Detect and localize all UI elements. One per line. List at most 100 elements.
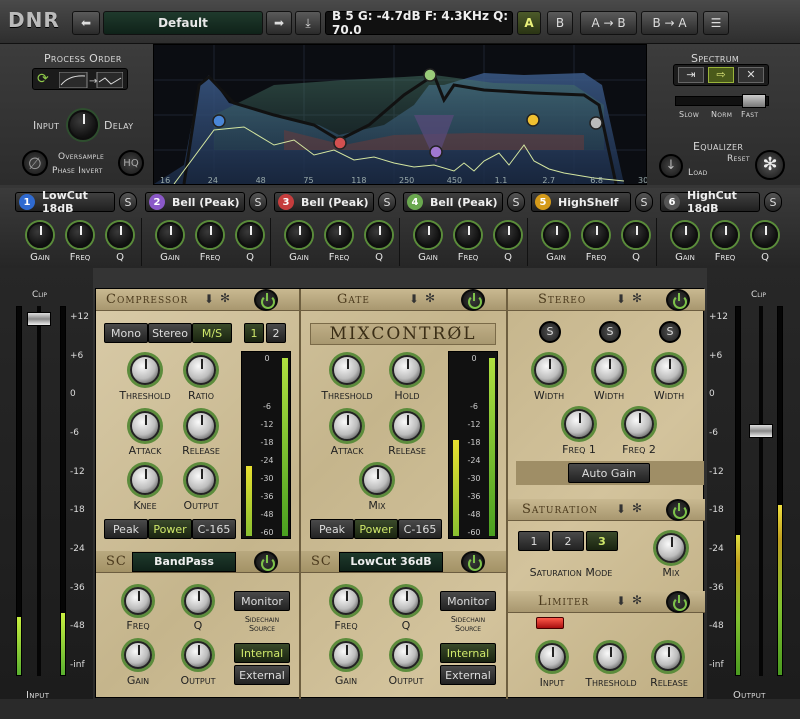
band-5-freq-knob[interactable] bbox=[583, 222, 609, 248]
comp-power-mode-button[interactable]: Power bbox=[148, 519, 192, 539]
freq-1-knob[interactable] bbox=[564, 409, 594, 439]
spectrum-out-button[interactable]: ⇨ bbox=[708, 67, 734, 83]
gate-sc-power-button[interactable] bbox=[461, 551, 485, 573]
asterisk-icon[interactable]: ✻ bbox=[632, 593, 643, 607]
gate-c165-button[interactable]: C-165 bbox=[398, 519, 442, 539]
speed-slider-handle[interactable] bbox=[742, 94, 766, 108]
gate-sc-internal-button[interactable]: Internal bbox=[440, 643, 496, 663]
ab-a-button[interactable]: A bbox=[517, 11, 541, 35]
stereo-solo-2-button[interactable]: S bbox=[599, 321, 621, 343]
ab-b-button[interactable]: B bbox=[547, 11, 573, 35]
phase-invert-button[interactable]: ∅ bbox=[22, 150, 48, 176]
download-icon[interactable]: ⬇ bbox=[616, 292, 627, 306]
gate-sc-filter-select[interactable]: LowCut 36dB bbox=[339, 552, 443, 572]
band-2-freq-knob[interactable] bbox=[197, 222, 223, 248]
limiter-threshold-knob[interactable] bbox=[596, 643, 624, 671]
stereo-solo-1-button[interactable]: S bbox=[539, 321, 561, 343]
band-4-q-knob[interactable] bbox=[495, 222, 521, 248]
band-5-type-select[interactable]: 5 HighShelf bbox=[531, 192, 631, 212]
gate-sc-freq-knob[interactable] bbox=[332, 587, 360, 615]
output-fader-track[interactable] bbox=[759, 306, 763, 676]
band-4-freq-knob[interactable] bbox=[455, 222, 481, 248]
download-icon[interactable]: ⬇ bbox=[204, 292, 215, 306]
save-preset-button[interactable]: ⤓ bbox=[295, 11, 321, 35]
band-3-node[interactable] bbox=[333, 136, 347, 150]
release-knob[interactable] bbox=[186, 411, 216, 441]
band-3-q-knob[interactable] bbox=[366, 222, 392, 248]
band-1-q-knob[interactable] bbox=[107, 222, 133, 248]
gate-monitor-button[interactable]: Monitor bbox=[440, 591, 496, 611]
band-6-solo-button[interactable]: S bbox=[764, 192, 782, 212]
knee-knob[interactable] bbox=[130, 465, 160, 495]
comp-channel-2-button[interactable]: 2 bbox=[266, 323, 286, 343]
gate-threshold-knob[interactable] bbox=[332, 355, 362, 385]
saturation-mix-knob[interactable] bbox=[656, 533, 686, 563]
gate-sc-external-button[interactable]: External bbox=[440, 665, 496, 685]
limiter-release-knob[interactable] bbox=[654, 643, 682, 671]
eq-display[interactable]: 16 24 48 75 118 250 450 1.1 2.7 6.8 30 bbox=[153, 44, 648, 185]
band-5-solo-button[interactable]: S bbox=[635, 192, 653, 212]
band-1-gain-knob[interactable] bbox=[27, 222, 53, 248]
preset-selector[interactable]: Default bbox=[103, 11, 263, 35]
band-2-node[interactable] bbox=[423, 68, 437, 82]
band-5-q-knob[interactable] bbox=[623, 222, 649, 248]
comp-channel-1-button[interactable]: 1 bbox=[244, 323, 264, 343]
width-3-knob[interactable] bbox=[654, 355, 684, 385]
download-icon[interactable]: ⬇ bbox=[409, 292, 420, 306]
comp-sc-external-button[interactable]: External bbox=[234, 665, 290, 685]
comp-peak-button[interactable]: Peak bbox=[104, 519, 148, 539]
band-2-solo-button[interactable]: S bbox=[249, 192, 267, 212]
band-3-freq-knob[interactable] bbox=[326, 222, 352, 248]
band-6-type-select[interactable]: 6 HighCut 18dB bbox=[660, 189, 760, 215]
band-3-gain-knob[interactable] bbox=[286, 222, 312, 248]
saturation-mode-2-button[interactable]: 2 bbox=[552, 531, 584, 551]
ratio-knob[interactable] bbox=[186, 355, 216, 385]
band-4-gain-knob[interactable] bbox=[415, 222, 441, 248]
stereo-power-button[interactable] bbox=[666, 289, 690, 311]
comp-stereo-button[interactable]: Stereo bbox=[148, 323, 192, 343]
copy-a-to-b-button[interactable]: A → B bbox=[580, 11, 637, 35]
asterisk-icon[interactable]: ✻ bbox=[632, 291, 643, 305]
gate-release-knob[interactable] bbox=[392, 411, 422, 441]
band-6-q-knob[interactable] bbox=[752, 222, 778, 248]
band-1-type-select[interactable]: 1 LowCut 18dB bbox=[15, 189, 115, 215]
spectrum-off-button[interactable]: ✕ bbox=[738, 67, 764, 83]
copy-b-to-a-button[interactable]: B → A bbox=[641, 11, 698, 35]
band-3-solo-button[interactable]: S bbox=[378, 192, 396, 212]
asterisk-icon[interactable]: ✻ bbox=[632, 501, 643, 515]
band-4-node[interactable] bbox=[429, 145, 443, 159]
band-1-solo-button[interactable]: S bbox=[119, 192, 137, 212]
reset-button[interactable]: ✻ bbox=[755, 150, 785, 180]
spectrum-in-button[interactable]: ⇥ bbox=[678, 67, 704, 83]
eq-graph[interactable] bbox=[154, 45, 646, 185]
auto-gain-button[interactable]: Auto Gain bbox=[568, 463, 650, 483]
input-fader-track[interactable] bbox=[37, 306, 41, 676]
band-4-solo-button[interactable]: S bbox=[507, 192, 525, 212]
comp-ms-button[interactable]: M/S bbox=[192, 323, 232, 343]
hq-button[interactable]: HQ bbox=[118, 150, 144, 176]
band-5-gain-knob[interactable] bbox=[543, 222, 569, 248]
band-5-node[interactable] bbox=[526, 113, 540, 127]
threshold-knob[interactable] bbox=[130, 355, 160, 385]
saturation-mode-1-button[interactable]: 1 bbox=[518, 531, 550, 551]
saturation-power-button[interactable] bbox=[666, 499, 690, 521]
comp-c165-button[interactable]: C-165 bbox=[192, 519, 236, 539]
comp-sc-internal-button[interactable]: Internal bbox=[234, 643, 290, 663]
band-6-freq-knob[interactable] bbox=[712, 222, 738, 248]
stereo-solo-3-button[interactable]: S bbox=[659, 321, 681, 343]
download-icon[interactable]: ⬇ bbox=[616, 502, 627, 516]
gate-attack-knob[interactable] bbox=[332, 411, 362, 441]
band-6-node[interactable] bbox=[589, 116, 603, 130]
band-2-q-knob[interactable] bbox=[237, 222, 263, 248]
band-2-type-select[interactable]: 2 Bell (Peak) bbox=[145, 192, 245, 212]
band-6-gain-knob[interactable] bbox=[672, 222, 698, 248]
gate-power-button[interactable] bbox=[461, 289, 485, 311]
comp-monitor-button[interactable]: Monitor bbox=[234, 591, 290, 611]
output-knob[interactable] bbox=[186, 465, 216, 495]
compressor-power-button[interactable] bbox=[254, 289, 278, 311]
gate-hold-knob[interactable] bbox=[392, 355, 422, 385]
limiter-power-button[interactable] bbox=[666, 591, 690, 613]
comp-sc-output-knob[interactable] bbox=[184, 641, 212, 669]
comp-sc-power-button[interactable] bbox=[254, 551, 278, 573]
band-1-node[interactable] bbox=[212, 114, 226, 128]
